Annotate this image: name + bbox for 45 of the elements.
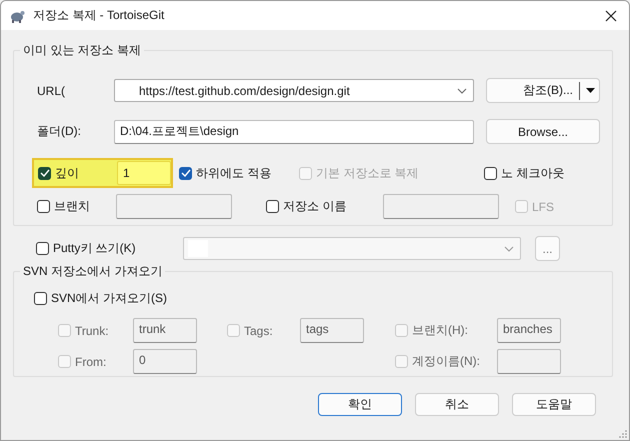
depth-label: 깊이 [55, 164, 80, 182]
checkbox[interactable] [38, 166, 51, 180]
checkbox[interactable] [34, 292, 47, 305]
chevron-down-icon [457, 88, 467, 94]
dialog-button[interactable]: 확인 [318, 393, 402, 416]
field-label: From: [75, 354, 106, 368]
folder-input[interactable]: D:\04.프로젝트\design [114, 120, 474, 144]
caret-icon [586, 88, 595, 93]
field-label: Tags: [244, 324, 273, 338]
field-label: 계정이름(N): [412, 353, 480, 370]
checkbox[interactable] [179, 166, 192, 180]
putty-key-label: Putty키 쓰기(K) [53, 240, 137, 257]
browse-split-button[interactable]: 참조(B)... [486, 78, 600, 103]
browse-button[interactable]: Browse... [486, 119, 600, 144]
close-icon[interactable] [605, 10, 617, 22]
checkbox[interactable] [266, 200, 279, 213]
browse-key-button[interactable]: ... [535, 236, 560, 261]
checkbox[interactable] [37, 200, 50, 213]
resize-grip-icon[interactable] [619, 430, 627, 438]
checkbox[interactable] [36, 242, 49, 255]
from-svn-label: SVN에서 가져오기(S) [51, 290, 168, 307]
checkbox-label: 기본 저장소로 복제 [316, 164, 419, 182]
checkbox[interactable] [484, 166, 497, 180]
branch-input[interactable] [116, 194, 232, 219]
remote-name-input[interactable] [383, 194, 499, 219]
url-combobox[interactable]: https://test.github.com/design/design.git [114, 79, 474, 102]
dialog-button[interactable]: 도움말 [512, 393, 596, 416]
group-title: 이미 있는 저장소 복제 [20, 42, 144, 59]
field-label: Trunk: [75, 324, 109, 338]
checkbox-label: 노 체크아웃 [501, 164, 564, 182]
putty-key-combobox[interactable] [183, 237, 521, 260]
branch-label: 브랜치 [54, 198, 91, 215]
depth-input[interactable]: 1 [117, 161, 171, 185]
window-title: 저장소 복제 - TortoiseGit [33, 7, 166, 24]
checkbox-label: 하위에도 적용 [196, 164, 272, 182]
field-label: 브랜치(H): [412, 322, 468, 339]
turtle-app-icon [9, 8, 25, 22]
url-label: URL( [37, 84, 66, 98]
chevron-down-icon [504, 246, 514, 252]
folder-label: 폴더(D): [37, 123, 82, 140]
svn-path-input[interactable] [497, 349, 561, 374]
lfs-label: LFS [532, 200, 554, 214]
group-title: SVN 저장소에서 가져오기 [20, 263, 166, 280]
dialog-button[interactable]: 취소 [415, 393, 499, 416]
remote-name-label: 저장소 이름 [283, 198, 348, 215]
